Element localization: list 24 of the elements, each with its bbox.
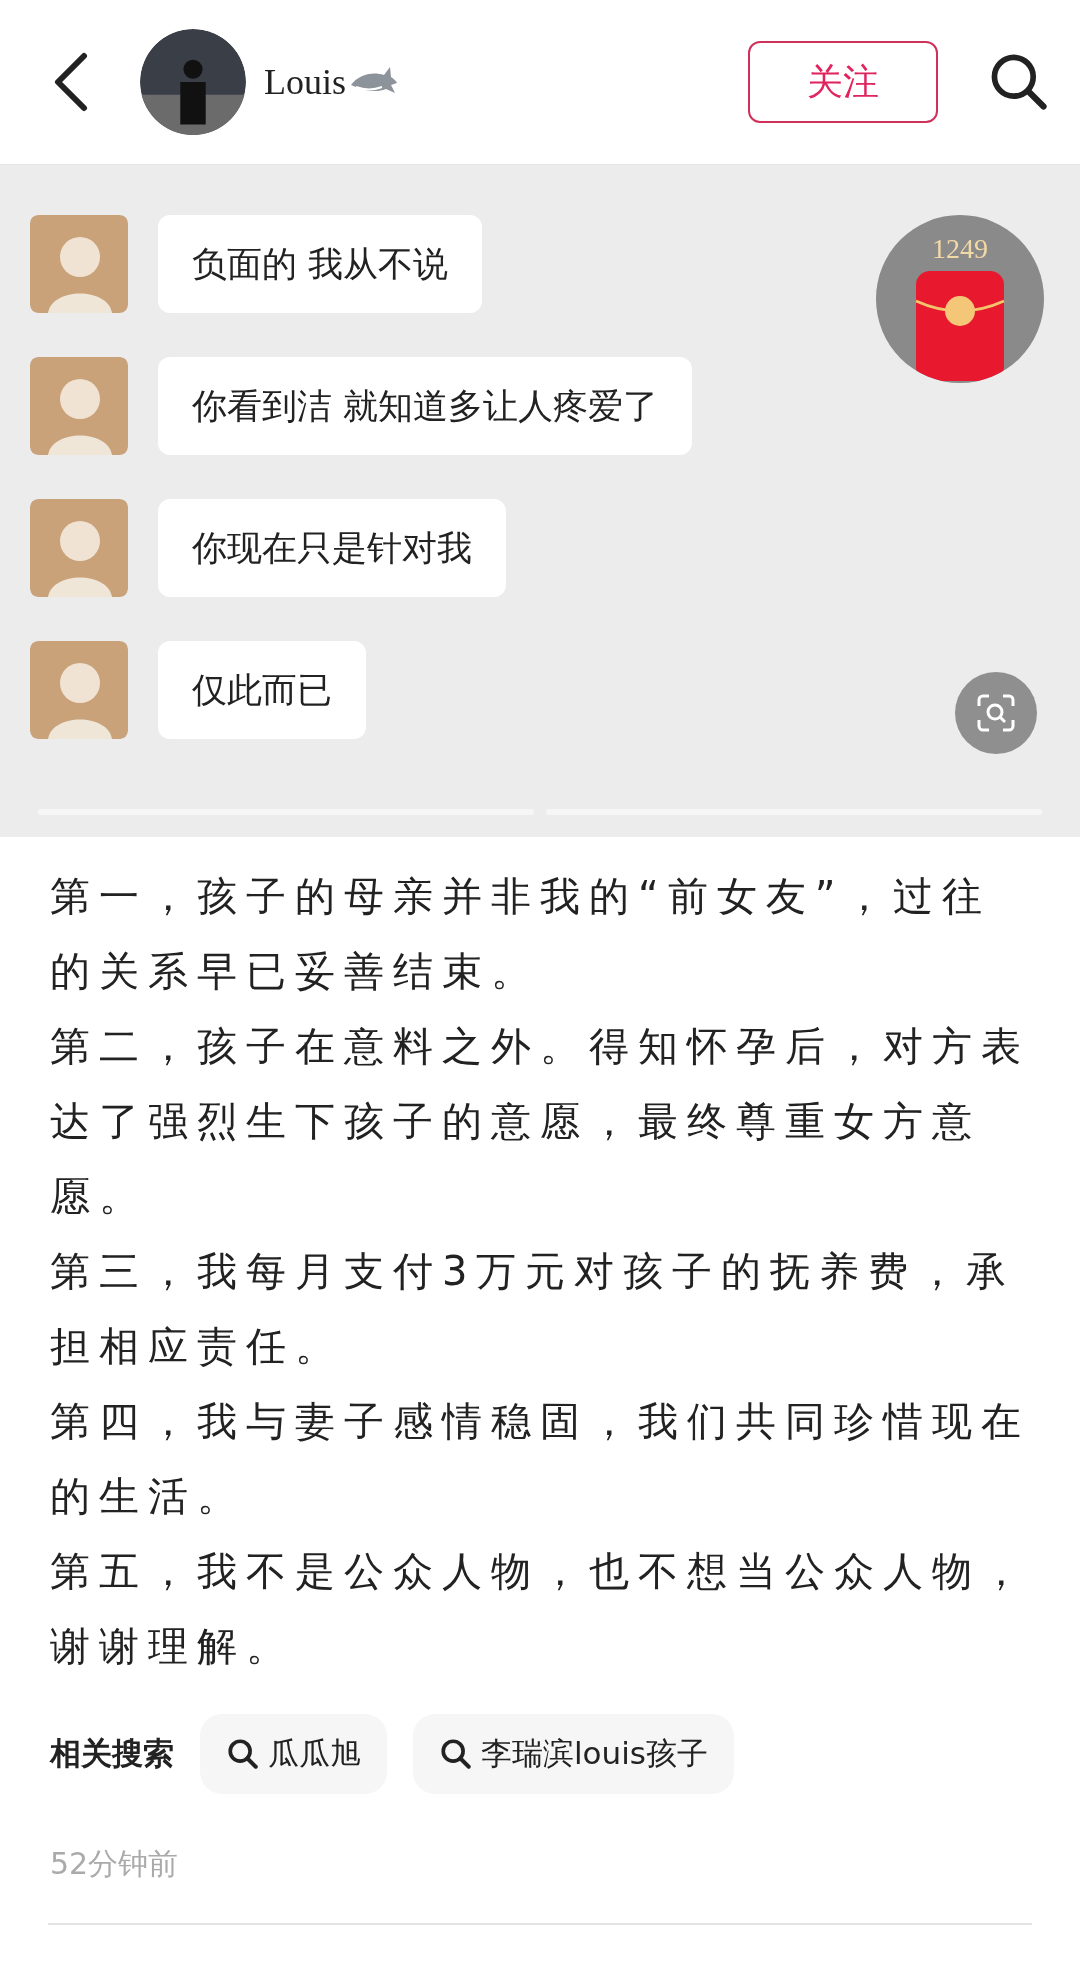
avatar-icon bbox=[30, 215, 128, 313]
post-time: 52分钟前 bbox=[49, 1845, 180, 1883]
avatar-icon bbox=[30, 499, 128, 597]
author-name[interactable]: Louis bbox=[264, 61, 346, 103]
follow-button[interactable]: 关注 bbox=[748, 41, 938, 123]
avatar-icon bbox=[30, 641, 128, 739]
post-paragraph: 第四，我与妻子感情稳固，我们共同珍惜现在的生活。 bbox=[50, 1397, 1031, 1521]
post-paragraph: 第一，孩子的母亲并非我的“前女友”，过往的关系早已妥善结束。 bbox=[50, 872, 993, 996]
avatar-icon[interactable] bbox=[140, 29, 246, 135]
post-paragraph: 第三，我每月支付3万元对孩子的抚养费，承担相应责任。 bbox=[50, 1247, 1017, 1371]
post-paragraph: 第二，孩子在意料之外。得知怀孕后，对方表达了强烈生下孩子的意愿，最终尊重女方意愿。 bbox=[50, 1022, 1031, 1221]
avatar-icon bbox=[30, 357, 128, 455]
post-paragraph: 第五，我不是公众人物，也不想当公众人物，谢谢理解。 bbox=[50, 1547, 1031, 1671]
scan-icon[interactable] bbox=[955, 672, 1037, 754]
search-icon bbox=[226, 1737, 260, 1771]
search-chip[interactable]: 李瑞滨louis孩子 bbox=[413, 1714, 734, 1794]
chat-bubble: 你看到洁 就知道多让人疼爱了 bbox=[158, 357, 693, 455]
chat-bubble: 负面的 我从不说 bbox=[158, 215, 483, 313]
chat-bubble: 你现在只是针对我 bbox=[158, 499, 506, 597]
envelope-count: 1249 bbox=[932, 233, 988, 265]
search-chip[interactable]: 瓜瓜旭 bbox=[200, 1714, 387, 1794]
search-icon bbox=[439, 1737, 473, 1771]
related-searches-label: 相关搜索 bbox=[50, 1734, 174, 1773]
chat-bubble: 仅此而已 bbox=[158, 641, 366, 739]
